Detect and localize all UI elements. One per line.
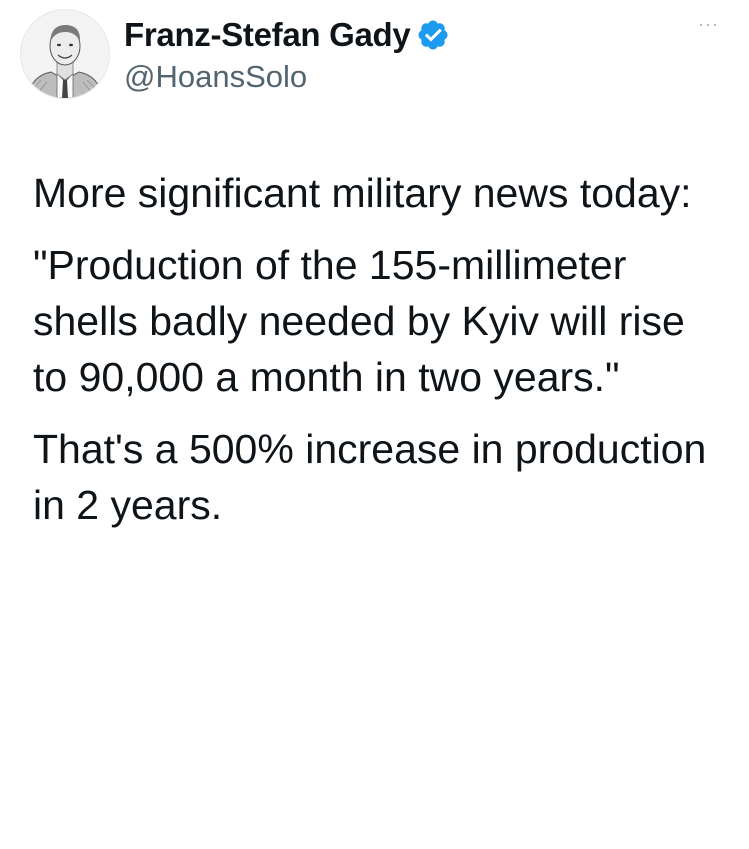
display-name[interactable]: Franz-Stefan Gady	[124, 16, 411, 54]
profile-sketch-avatar-icon	[21, 10, 109, 98]
author-names: Franz-Stefan Gady @HoansSolo	[124, 13, 450, 95]
tweet-card: Franz-Stefan Gady @HoansSolo ··· More si…	[0, 0, 749, 849]
avatar[interactable]	[20, 9, 110, 99]
tweet-paragraph: That's a 500% increase in production in …	[33, 426, 707, 528]
verified-badge-icon	[418, 20, 448, 50]
tweet-text: More significant military news today: "P…	[33, 165, 723, 549]
tweet-paragraph: More significant military news today:	[33, 170, 692, 216]
more-options-icon[interactable]: ···	[698, 14, 719, 35]
tweet-paragraph: "Production of the 155-millimeter shells…	[33, 242, 685, 400]
user-handle[interactable]: @HoansSolo	[124, 59, 450, 95]
tweet-header: Franz-Stefan Gady @HoansSolo	[20, 4, 450, 104]
name-row: Franz-Stefan Gady	[124, 13, 450, 57]
